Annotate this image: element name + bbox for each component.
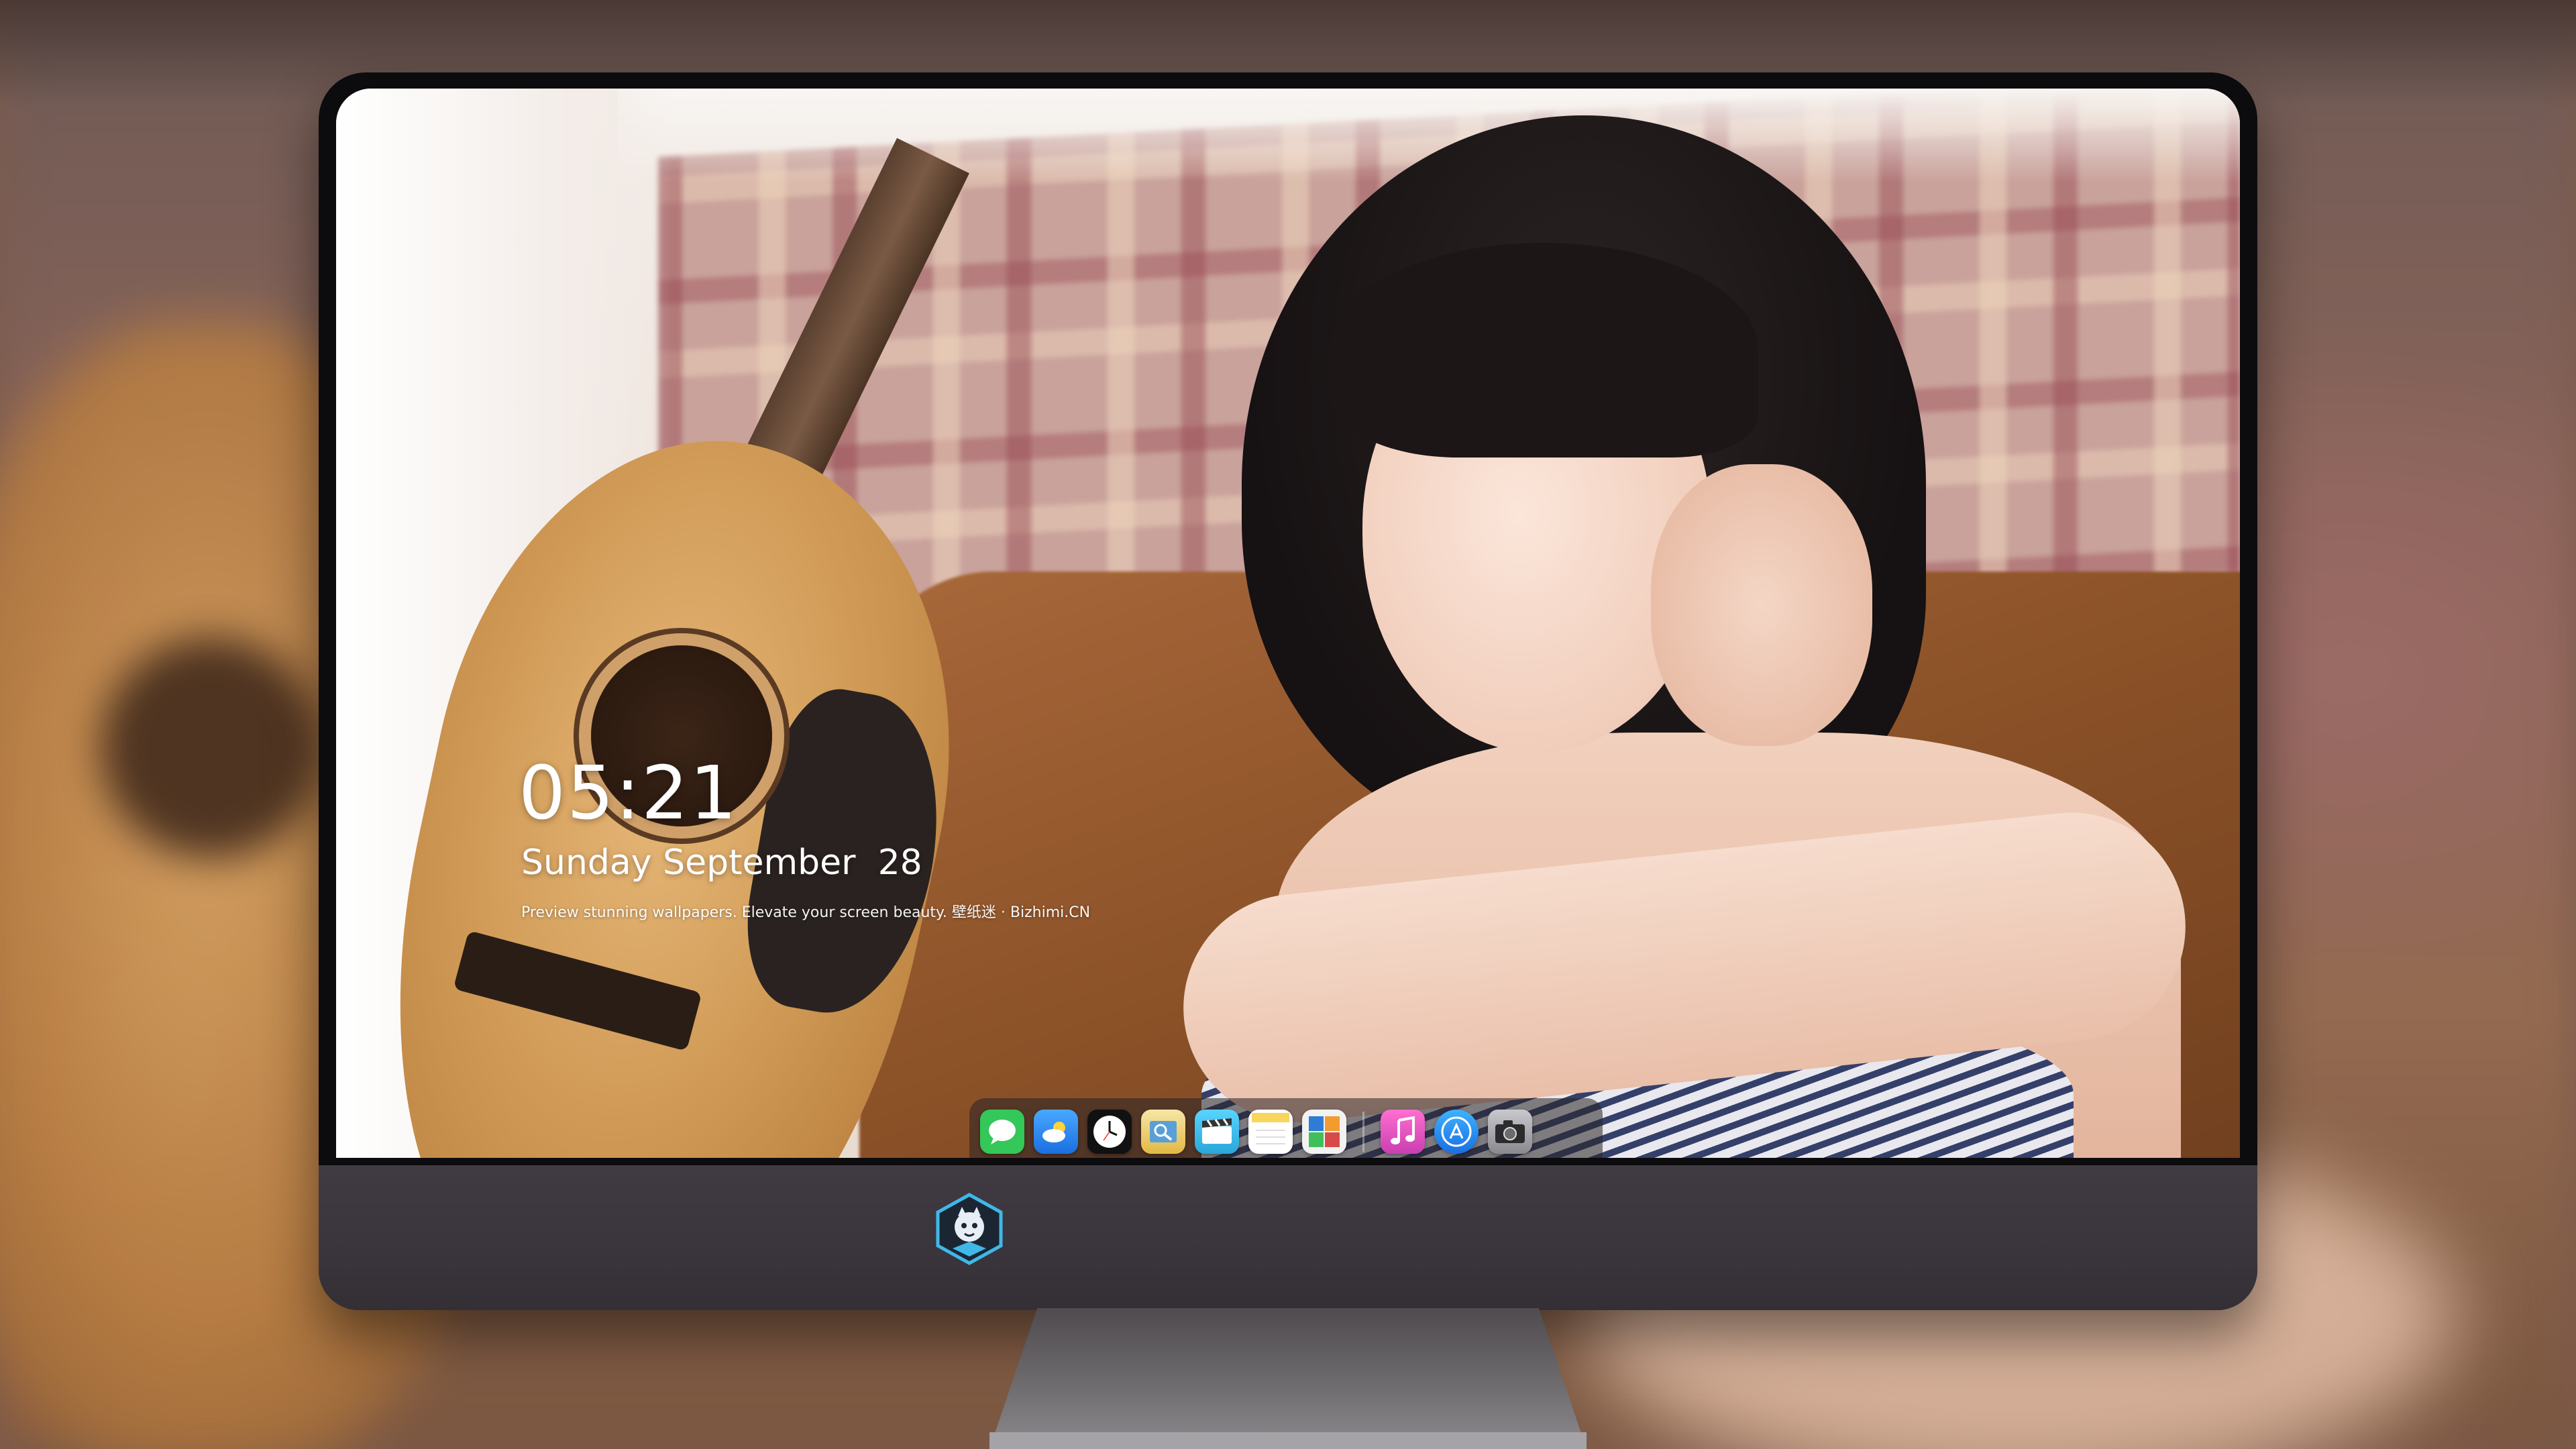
dock-separator xyxy=(1362,1112,1364,1152)
preview-icon[interactable] xyxy=(1141,1110,1185,1154)
weather-icon[interactable] xyxy=(1034,1110,1078,1154)
dock xyxy=(969,1098,1603,1158)
app-store-icon[interactable] xyxy=(1434,1110,1479,1154)
notes-icon[interactable] xyxy=(1248,1110,1293,1154)
clock-icon[interactable] xyxy=(1087,1110,1132,1154)
messages-icon[interactable] xyxy=(980,1110,1024,1154)
wallpaper-tagline: Preview stunning wallpapers. Elevate you… xyxy=(521,904,1091,921)
monitor-stand-foot xyxy=(989,1432,1587,1449)
music-icon[interactable] xyxy=(1381,1110,1425,1154)
monitor-chin xyxy=(319,1165,2257,1310)
imac-monitor: 05:21 Sunday September 28 Preview stunni… xyxy=(319,72,2257,1310)
camera-icon[interactable] xyxy=(1488,1110,1532,1154)
monitor-stand xyxy=(989,1308,1587,1449)
photo-booth-icon[interactable] xyxy=(1302,1110,1346,1154)
lock-date: Sunday September 28 xyxy=(521,843,922,883)
lock-screen[interactable]: 05:21 Sunday September 28 Preview stunni… xyxy=(336,89,2240,1158)
clips-icon[interactable] xyxy=(1195,1110,1239,1154)
bizhimi-logo-icon xyxy=(936,1193,1003,1265)
woman-hand xyxy=(1651,464,1872,746)
lock-clock: 05:21 xyxy=(519,750,739,836)
woman-bangs xyxy=(1329,243,1758,458)
backdrop-guitar-hole xyxy=(101,637,322,859)
